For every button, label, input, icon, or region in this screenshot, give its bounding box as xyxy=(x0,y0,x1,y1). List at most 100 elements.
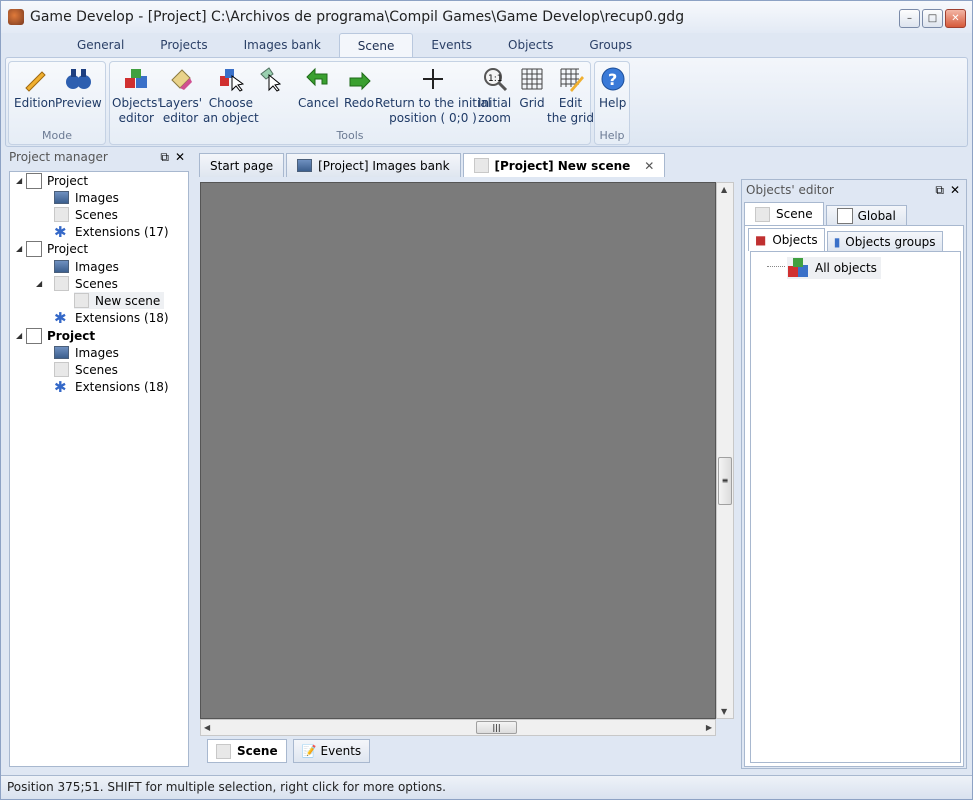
choose-object-button[interactable]: Choose an object xyxy=(203,66,259,126)
crosshair-icon xyxy=(420,66,446,92)
images-icon xyxy=(54,191,69,204)
all-objects-icon xyxy=(788,258,808,277)
doc-tab-images-bank[interactable]: [Project] Images bank xyxy=(286,153,461,177)
tree-images[interactable]: Images xyxy=(54,189,119,206)
undo-arrow-icon xyxy=(305,66,331,92)
grid-button[interactable]: Grid xyxy=(519,66,545,111)
close-button[interactable]: ✕ xyxy=(945,9,966,28)
events-icon: 📝 xyxy=(301,744,317,758)
puzzle-icon: ✱ xyxy=(54,308,67,327)
editor-bottom-tabs: Scene 📝 Events xyxy=(207,739,371,763)
initial-zoom-button[interactable]: 1:1 Initial zoom xyxy=(478,66,511,126)
redo-arrow-icon xyxy=(346,66,372,92)
close-panel-icon[interactable]: ✕ xyxy=(175,150,185,165)
tab-global[interactable]: Global xyxy=(825,205,907,225)
help-button[interactable]: ? Help xyxy=(599,66,626,111)
ribbon-tab-scene[interactable]: Scene xyxy=(338,33,414,57)
close-tab-icon[interactable]: ✕ xyxy=(644,159,654,173)
horizontal-scrollbar[interactable]: ◀ ||| ▶ xyxy=(200,719,716,736)
svg-text:1:1: 1:1 xyxy=(488,74,502,84)
tree-scenes[interactable]: Scenes xyxy=(54,206,118,223)
tab-scene[interactable]: Scene xyxy=(744,202,824,225)
tree-extensions[interactable]: ✱ Extensions (18) xyxy=(54,309,169,326)
ribbon-tab-projects[interactable]: Projects xyxy=(142,33,225,57)
help-group-label: Help xyxy=(599,129,625,142)
doc-tab-new-scene[interactable]: [Project] New scene ✕ xyxy=(462,153,666,177)
ribbon-tab-general[interactable]: General xyxy=(59,33,142,57)
bottom-tab-scene[interactable]: Scene xyxy=(207,739,287,763)
help-icon: ? xyxy=(600,66,626,92)
objects-editor-header: Objects' editor ⧉ ✕ xyxy=(746,182,960,198)
maximize-button[interactable]: □ xyxy=(922,9,943,28)
objects-subtabs: ■ Objects ▮ Objects groups xyxy=(748,228,943,251)
ribbon-tab-images-bank[interactable]: Images bank xyxy=(226,33,339,57)
tab-objects[interactable]: ■ Objects xyxy=(748,228,825,251)
images-icon xyxy=(297,159,313,172)
tree-extensions[interactable]: ✱ Extensions (17) xyxy=(54,223,169,240)
scene-icon xyxy=(216,743,231,759)
project-manager-header: Project manager ⧉ ✕ xyxy=(9,149,185,165)
return-initial-position-button[interactable]: Return to the initial position ( 0;0 ) xyxy=(375,66,491,126)
ribbon-tabs: General Projects Images bank Scene Event… xyxy=(1,33,972,57)
scroll-left-icon[interactable]: ◀ xyxy=(204,723,210,732)
scene-canvas[interactable] xyxy=(200,182,716,719)
app-icon xyxy=(8,9,24,25)
scene-icon xyxy=(74,293,89,308)
project-icon xyxy=(26,240,42,257)
close-panel-icon[interactable]: ✕ xyxy=(950,183,960,198)
ribbon: Edition Preview Mode Objects' editor Laye… xyxy=(5,57,968,147)
images-icon xyxy=(54,260,69,273)
edition-button[interactable]: Edition xyxy=(14,66,56,111)
bottom-tab-events[interactable]: 📝 Events xyxy=(292,739,371,763)
objects-list: All objects xyxy=(750,251,961,763)
scroll-up-icon[interactable]: ▲ xyxy=(721,185,727,194)
edit-grid-icon xyxy=(558,66,584,92)
tree-project-2[interactable]: ◢ Project xyxy=(16,240,88,257)
tree-extensions[interactable]: ✱ Extensions (18) xyxy=(54,378,169,395)
status-bar: Position 375;51. SHIFT for multiple sele… xyxy=(1,775,972,799)
tools-group: Objects' editor Layers' editor Choose an ob… xyxy=(109,61,594,145)
scroll-thumb[interactable]: ||| xyxy=(476,721,517,734)
ribbon-tab-events[interactable]: Events xyxy=(413,33,490,57)
cancel-button[interactable]: Cancel xyxy=(298,66,339,111)
scenes-icon xyxy=(54,362,69,377)
vertical-scrollbar[interactable]: ▲ ≡ ▼ xyxy=(716,182,734,719)
choose-object-icon xyxy=(218,66,245,92)
tree-project-3[interactable]: ◢ Project xyxy=(16,327,95,344)
objects-icon: ■ xyxy=(755,233,767,247)
scroll-down-icon[interactable]: ▼ xyxy=(721,707,727,716)
tools-group-label: Tools xyxy=(336,129,364,142)
select-tool-button[interactable] xyxy=(258,66,284,96)
tree-scenes[interactable]: ◢ Scenes xyxy=(36,275,118,292)
float-icon[interactable]: ⧉ xyxy=(160,150,169,165)
minimize-button[interactable]: – xyxy=(899,9,920,28)
preview-button[interactable]: Preview xyxy=(55,66,102,111)
app-window: Game Develop - [Project] C:\Archivos de … xyxy=(0,0,973,800)
scroll-thumb[interactable]: ≡ xyxy=(718,457,732,505)
tree-images[interactable]: Images xyxy=(54,344,119,361)
puzzle-icon: ✱ xyxy=(54,377,67,396)
help-group: ? Help Help xyxy=(594,61,630,145)
doc-tab-start-page[interactable]: Start page xyxy=(199,153,285,177)
eraser-icon xyxy=(168,66,194,92)
tree-project-1[interactable]: ◢ Project xyxy=(16,172,88,189)
ribbon-tab-groups[interactable]: Groups xyxy=(571,33,650,57)
float-icon[interactable]: ⧉ xyxy=(935,183,944,198)
layers-editor-button[interactable]: Layers' editor xyxy=(159,66,202,126)
scenes-icon xyxy=(54,207,69,222)
tree-images[interactable]: Images xyxy=(54,258,119,275)
tree-scenes[interactable]: Scenes xyxy=(54,361,118,378)
redo-button[interactable]: Redo xyxy=(344,66,374,111)
scene-icon xyxy=(755,206,770,222)
objects-editor-button[interactable]: Objects' editor xyxy=(112,66,161,126)
tab-objects-groups[interactable]: ▮ Objects groups xyxy=(826,231,943,251)
zoom-icon: 1:1 xyxy=(482,66,508,92)
project-icon xyxy=(26,172,42,189)
tree-new-scene[interactable]: New scene xyxy=(74,292,165,309)
scroll-right-icon[interactable]: ▶ xyxy=(706,723,712,732)
scenes-icon xyxy=(54,276,69,291)
edit-grid-button[interactable]: Edit the grid xyxy=(547,66,594,126)
select-cursor-icon xyxy=(258,66,284,92)
tree-all-objects[interactable]: All objects xyxy=(787,257,881,279)
ribbon-tab-objects[interactable]: Objects xyxy=(490,33,571,57)
